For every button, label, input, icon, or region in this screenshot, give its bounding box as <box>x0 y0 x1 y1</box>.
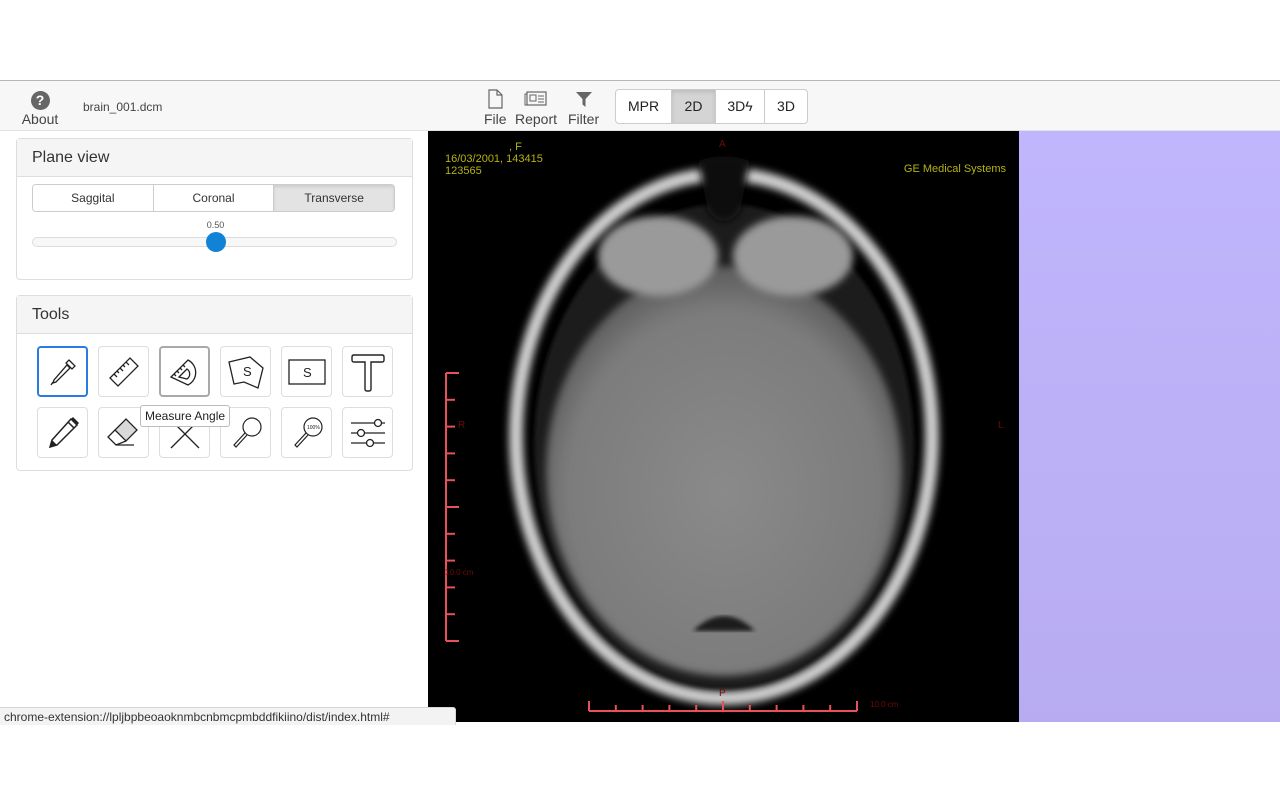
file-icon <box>488 89 503 109</box>
protractor-icon <box>169 358 196 386</box>
about-button[interactable]: ? About <box>18 91 62 127</box>
orientation-right: L <box>998 420 1004 431</box>
rectangle-s-icon: S <box>287 358 326 385</box>
plane-view-title: Plane view <box>17 139 412 177</box>
adjust-tool[interactable] <box>342 407 393 458</box>
tooltip-measure-angle: Measure Angle <box>140 405 231 427</box>
magnifier-100-icon: 100% <box>293 416 323 448</box>
manufacturer-overlay: GE Medical Systems <box>903 163 1006 175</box>
about-label: About <box>21 111 59 127</box>
tools-title: Tools <box>17 296 412 334</box>
question-circle-icon: ? <box>30 91 50 110</box>
text-t-icon <box>350 353 385 392</box>
filter-label: Filter <box>568 111 600 127</box>
view-mode-3d-fast[interactable]: 3Dϟ <box>716 90 765 123</box>
eraser-icon <box>106 417 138 446</box>
ruler-tool[interactable] <box>98 346 149 397</box>
plane-saggital[interactable]: Saggital <box>33 185 154 211</box>
report-icon <box>524 91 547 106</box>
plane-selector: Saggital Coronal Transverse <box>32 184 395 212</box>
mri-image <box>509 156 939 705</box>
rectangle-s-glyph: S <box>303 365 312 380</box>
slice-slider-thumb[interactable] <box>205 232 226 252</box>
vertical-scale-bar <box>445 372 459 642</box>
filter-icon <box>575 92 592 107</box>
magnifier-icon <box>232 416 262 448</box>
secondary-panel <box>1019 131 1280 722</box>
rectangle-roi-tool[interactable]: S <box>281 346 332 397</box>
file-name: brain_001.dcm <box>83 100 163 114</box>
text-tool[interactable] <box>342 346 393 397</box>
status-bar-url: chrome-extension://lpljbpbeoaoknmbcnbmcp… <box>0 707 456 725</box>
study-date-time: 16/03/2001, 143415 <box>445 153 543 165</box>
view-mode-2d[interactable]: 2D <box>672 90 716 123</box>
pencil-tool[interactable] <box>37 407 88 458</box>
pencil-icon <box>48 416 79 448</box>
horizontal-scale-label: 10.0 cm <box>870 700 899 709</box>
top-toolbar: ? About brain_001.dcm File Report Filter… <box>0 80 1280 131</box>
patient-id: 123565 <box>445 165 482 177</box>
plane-transverse[interactable]: Transverse <box>274 185 394 211</box>
zoom-100-glyph: 100% <box>307 425 320 431</box>
patient-name-sex: , F <box>509 141 522 153</box>
image-viewport[interactable]: , F 16/03/2001, 143415 123565 GE Medical… <box>428 131 1019 722</box>
dicom-viewer-app: ? About brain_001.dcm File Report Filter… <box>0 80 1280 722</box>
polygon-s-glyph: S <box>243 364 252 379</box>
patient-info-overlay: , F 16/03/2001, 143415 123565 <box>445 141 543 177</box>
view-mode-3d[interactable]: 3D <box>765 90 807 123</box>
file-label: File <box>484 111 507 127</box>
vertical-scale-label: 10.0 cm <box>445 568 474 577</box>
plane-coronal[interactable]: Coronal <box>153 185 275 211</box>
slider-value-label: 0.50 <box>206 220 225 230</box>
dropper-tool[interactable] <box>37 346 88 397</box>
view-mode-group: MPR 2D 3Dϟ 3D <box>615 89 808 124</box>
tools-grid: S S 100% <box>37 346 393 458</box>
plane-view-panel: Plane view Saggital Coronal Transverse 0… <box>16 138 413 280</box>
file-button[interactable]: File <box>484 89 507 127</box>
polygon-roi-tool[interactable]: S <box>220 346 271 397</box>
eyedropper-icon <box>49 358 76 385</box>
tools-panel: Tools S S 100% <box>16 295 413 471</box>
measure-angle-tool[interactable] <box>159 346 210 397</box>
report-button[interactable]: Report <box>515 89 557 127</box>
polygon-s-icon: S <box>227 355 264 389</box>
filter-button[interactable]: Filter <box>568 89 599 127</box>
horizontal-scale-bar <box>588 701 858 712</box>
sliders-icon <box>350 418 385 447</box>
report-label: Report <box>515 111 558 127</box>
zoom-100-tool[interactable]: 100% <box>281 407 332 458</box>
orientation-top: A <box>719 139 726 150</box>
view-mode-mpr[interactable]: MPR <box>616 90 672 123</box>
ruler-icon <box>108 356 139 387</box>
orientation-bottom: P <box>719 688 726 699</box>
